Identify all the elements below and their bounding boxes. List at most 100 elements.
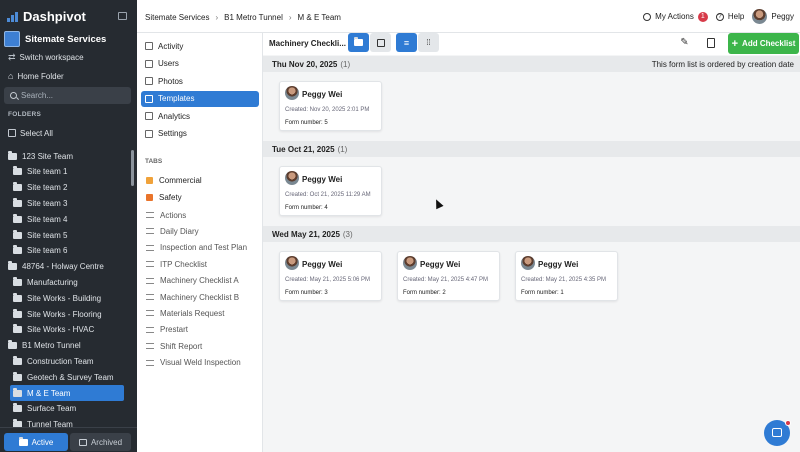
sliders-icon: ≡ — [403, 37, 410, 48]
my-actions-button[interactable]: My Actions 1 — [643, 11, 708, 22]
home-folder-label: Home Folder — [17, 71, 64, 81]
nav-item-label: Templates — [158, 94, 195, 103]
help-button[interactable]: ? Help — [715, 12, 744, 21]
folder-item[interactable]: Construction Team — [0, 353, 128, 369]
template-item[interactable]: Prestart — [141, 322, 259, 338]
card-author: Peggy Wei — [302, 260, 343, 269]
folder-item[interactable]: B1 Metro Tunnel — [0, 338, 128, 354]
folder-item[interactable]: 48764 - Holway Centre — [0, 259, 128, 275]
brand[interactable]: Dashpivot — [7, 9, 86, 24]
folder-label: Site team 6 — [27, 246, 68, 256]
template-label: Inspection and Test Plan — [160, 243, 248, 253]
template-item[interactable]: ITP Checklist — [141, 256, 259, 272]
template-label: Prestart — [160, 325, 189, 335]
nav-item-users[interactable]: Users — [141, 56, 259, 72]
tab-color-icon — [146, 176, 153, 184]
template-item[interactable]: Machinery Checklist B — [141, 289, 259, 305]
folder-item[interactable]: Geotech & Survey Team — [0, 369, 128, 385]
nav-item-photos[interactable]: Photos — [141, 73, 259, 89]
avatar — [285, 86, 299, 100]
folder-item[interactable]: Site team 5 — [0, 227, 128, 243]
switch-workspace-link[interactable]: ⇄ Switch workspace — [0, 49, 137, 65]
add-checklist-button[interactable]: + Add Checklist — [728, 33, 799, 54]
folder-view-button[interactable] — [348, 33, 369, 52]
nav-item-activity[interactable]: Activity — [141, 38, 259, 54]
folder-item[interactable]: Site team 4 — [0, 211, 128, 227]
list-view-button[interactable]: ≡ — [396, 33, 417, 52]
folder-item[interactable]: Surface Team — [0, 401, 128, 417]
folder-label: Site team 3 — [27, 198, 68, 208]
folder-item[interactable]: M & E Team — [10, 385, 124, 401]
template-label: Shift Report — [160, 341, 203, 351]
folder-icon — [354, 37, 363, 46]
archived-tab[interactable]: Archived — [70, 433, 131, 451]
form-card[interactable]: Peggy Wei Created: Nov 20, 2025 2:01 PM Fo… — [279, 81, 382, 131]
nav-item-templates[interactable]: Templates — [141, 90, 259, 107]
tab-commercial[interactable]: Commercial — [141, 172, 259, 188]
tab-safety[interactable]: Safety — [141, 189, 259, 205]
chat-icon — [772, 428, 782, 437]
collapse-sidebar-icon[interactable] — [118, 12, 127, 20]
breadcrumb-item[interactable]: B1 Metro Tunnel — [224, 13, 283, 22]
folder-icon — [13, 403, 22, 413]
active-tab[interactable]: Active — [4, 433, 68, 451]
user-menu[interactable]: Peggy — [752, 9, 794, 24]
tabs-header: TABS — [145, 158, 163, 165]
chat-support-button[interactable] — [764, 420, 791, 446]
grid-view-button[interactable]: ⁞⁞ — [418, 33, 439, 52]
folder-label: B1 Metro Tunnel — [22, 341, 81, 351]
select-all-label: Select All — [20, 128, 53, 138]
template-item[interactable]: Actions — [141, 207, 259, 223]
template-item[interactable]: Daily Diary — [141, 223, 259, 239]
archive-view-button[interactable] — [370, 33, 391, 52]
template-item[interactable]: Inspection and Test Plan — [141, 240, 259, 256]
group-date: Wed May 21, 2025 — [272, 229, 340, 239]
nav-item-analytics[interactable]: Analytics — [141, 108, 259, 124]
template-title: Machinery Checkli... — [269, 39, 346, 48]
folder-search-input[interactable]: Search... — [4, 87, 131, 104]
template-icon — [146, 326, 154, 333]
avatar — [752, 9, 768, 24]
folder-item[interactable]: Site Works - Flooring — [0, 306, 128, 322]
card-created: Created: May 21, 2025 4:47 PM — [403, 277, 489, 283]
select-all-checkbox[interactable]: Select All — [0, 125, 137, 141]
folder-item[interactable]: Site Works - HVAC — [0, 322, 128, 338]
top-bar: Sitemate Services › B1 Metro Tunnel › M … — [137, 0, 800, 33]
template-label: ITP Checklist — [160, 259, 207, 269]
folder-item[interactable]: Site team 6 — [0, 243, 128, 259]
template-item[interactable]: Machinery Checklist A — [141, 273, 259, 289]
template-item[interactable]: Shift Report — [141, 338, 259, 354]
sidebar-scrollbar[interactable] — [131, 150, 134, 186]
template-item[interactable]: Visual Weld Inspection — [141, 355, 259, 371]
folder-item[interactable]: Site team 1 — [0, 164, 128, 180]
folder-item[interactable]: 123 Site Team — [0, 148, 128, 164]
form-card[interactable]: Peggy Wei Created: Oct 21, 2025 11:29 AM F… — [279, 166, 382, 216]
top-right-actions: My Actions 1 ? Help Peggy — [643, 9, 794, 24]
date-group-header: Thu Nov 20, 2025 (1) This form list is ord… — [263, 56, 800, 72]
folder-item[interactable]: Manufacturing — [0, 274, 128, 290]
form-card[interactable]: Peggy Wei Created: May 21, 2025 4:47 PM Fo… — [397, 251, 500, 301]
breadcrumb-item[interactable]: M & E Team — [298, 13, 341, 22]
template-icon — [146, 277, 154, 284]
workspace-switcher[interactable]: Sitemate Services — [4, 30, 133, 48]
folder-icon — [13, 197, 22, 207]
edit-button[interactable]: ✎ — [674, 33, 695, 52]
folder-item[interactable]: Site Works - Building — [0, 290, 128, 306]
nav-item-label: Photos — [158, 76, 183, 86]
nav-item-settings[interactable]: Settings — [141, 126, 259, 142]
template-label: Machinery Checklist B — [160, 292, 240, 302]
folder-item[interactable]: Site team 3 — [0, 195, 128, 211]
template-item[interactable]: Materials Request — [141, 305, 259, 321]
export-button[interactable] — [700, 33, 721, 52]
folder-icon — [8, 261, 17, 271]
brand-name: Dashpivot — [23, 9, 86, 24]
folder-label: Geotech & Survey Team — [27, 372, 114, 382]
folder-icon — [13, 292, 22, 302]
form-card[interactable]: Peggy Wei Created: May 21, 2025 4:35 PM Fo… — [515, 251, 618, 301]
home-folder-link[interactable]: ⌂ Home Folder — [0, 68, 137, 84]
breadcrumb-item[interactable]: Sitemate Services — [145, 13, 209, 22]
folder-item[interactable]: Site team 2 — [0, 180, 128, 196]
user-name: Peggy — [771, 12, 794, 21]
users-icon — [145, 59, 153, 68]
form-card[interactable]: Peggy Wei Created: May 21, 2025 5:06 PM Fo… — [279, 251, 382, 301]
